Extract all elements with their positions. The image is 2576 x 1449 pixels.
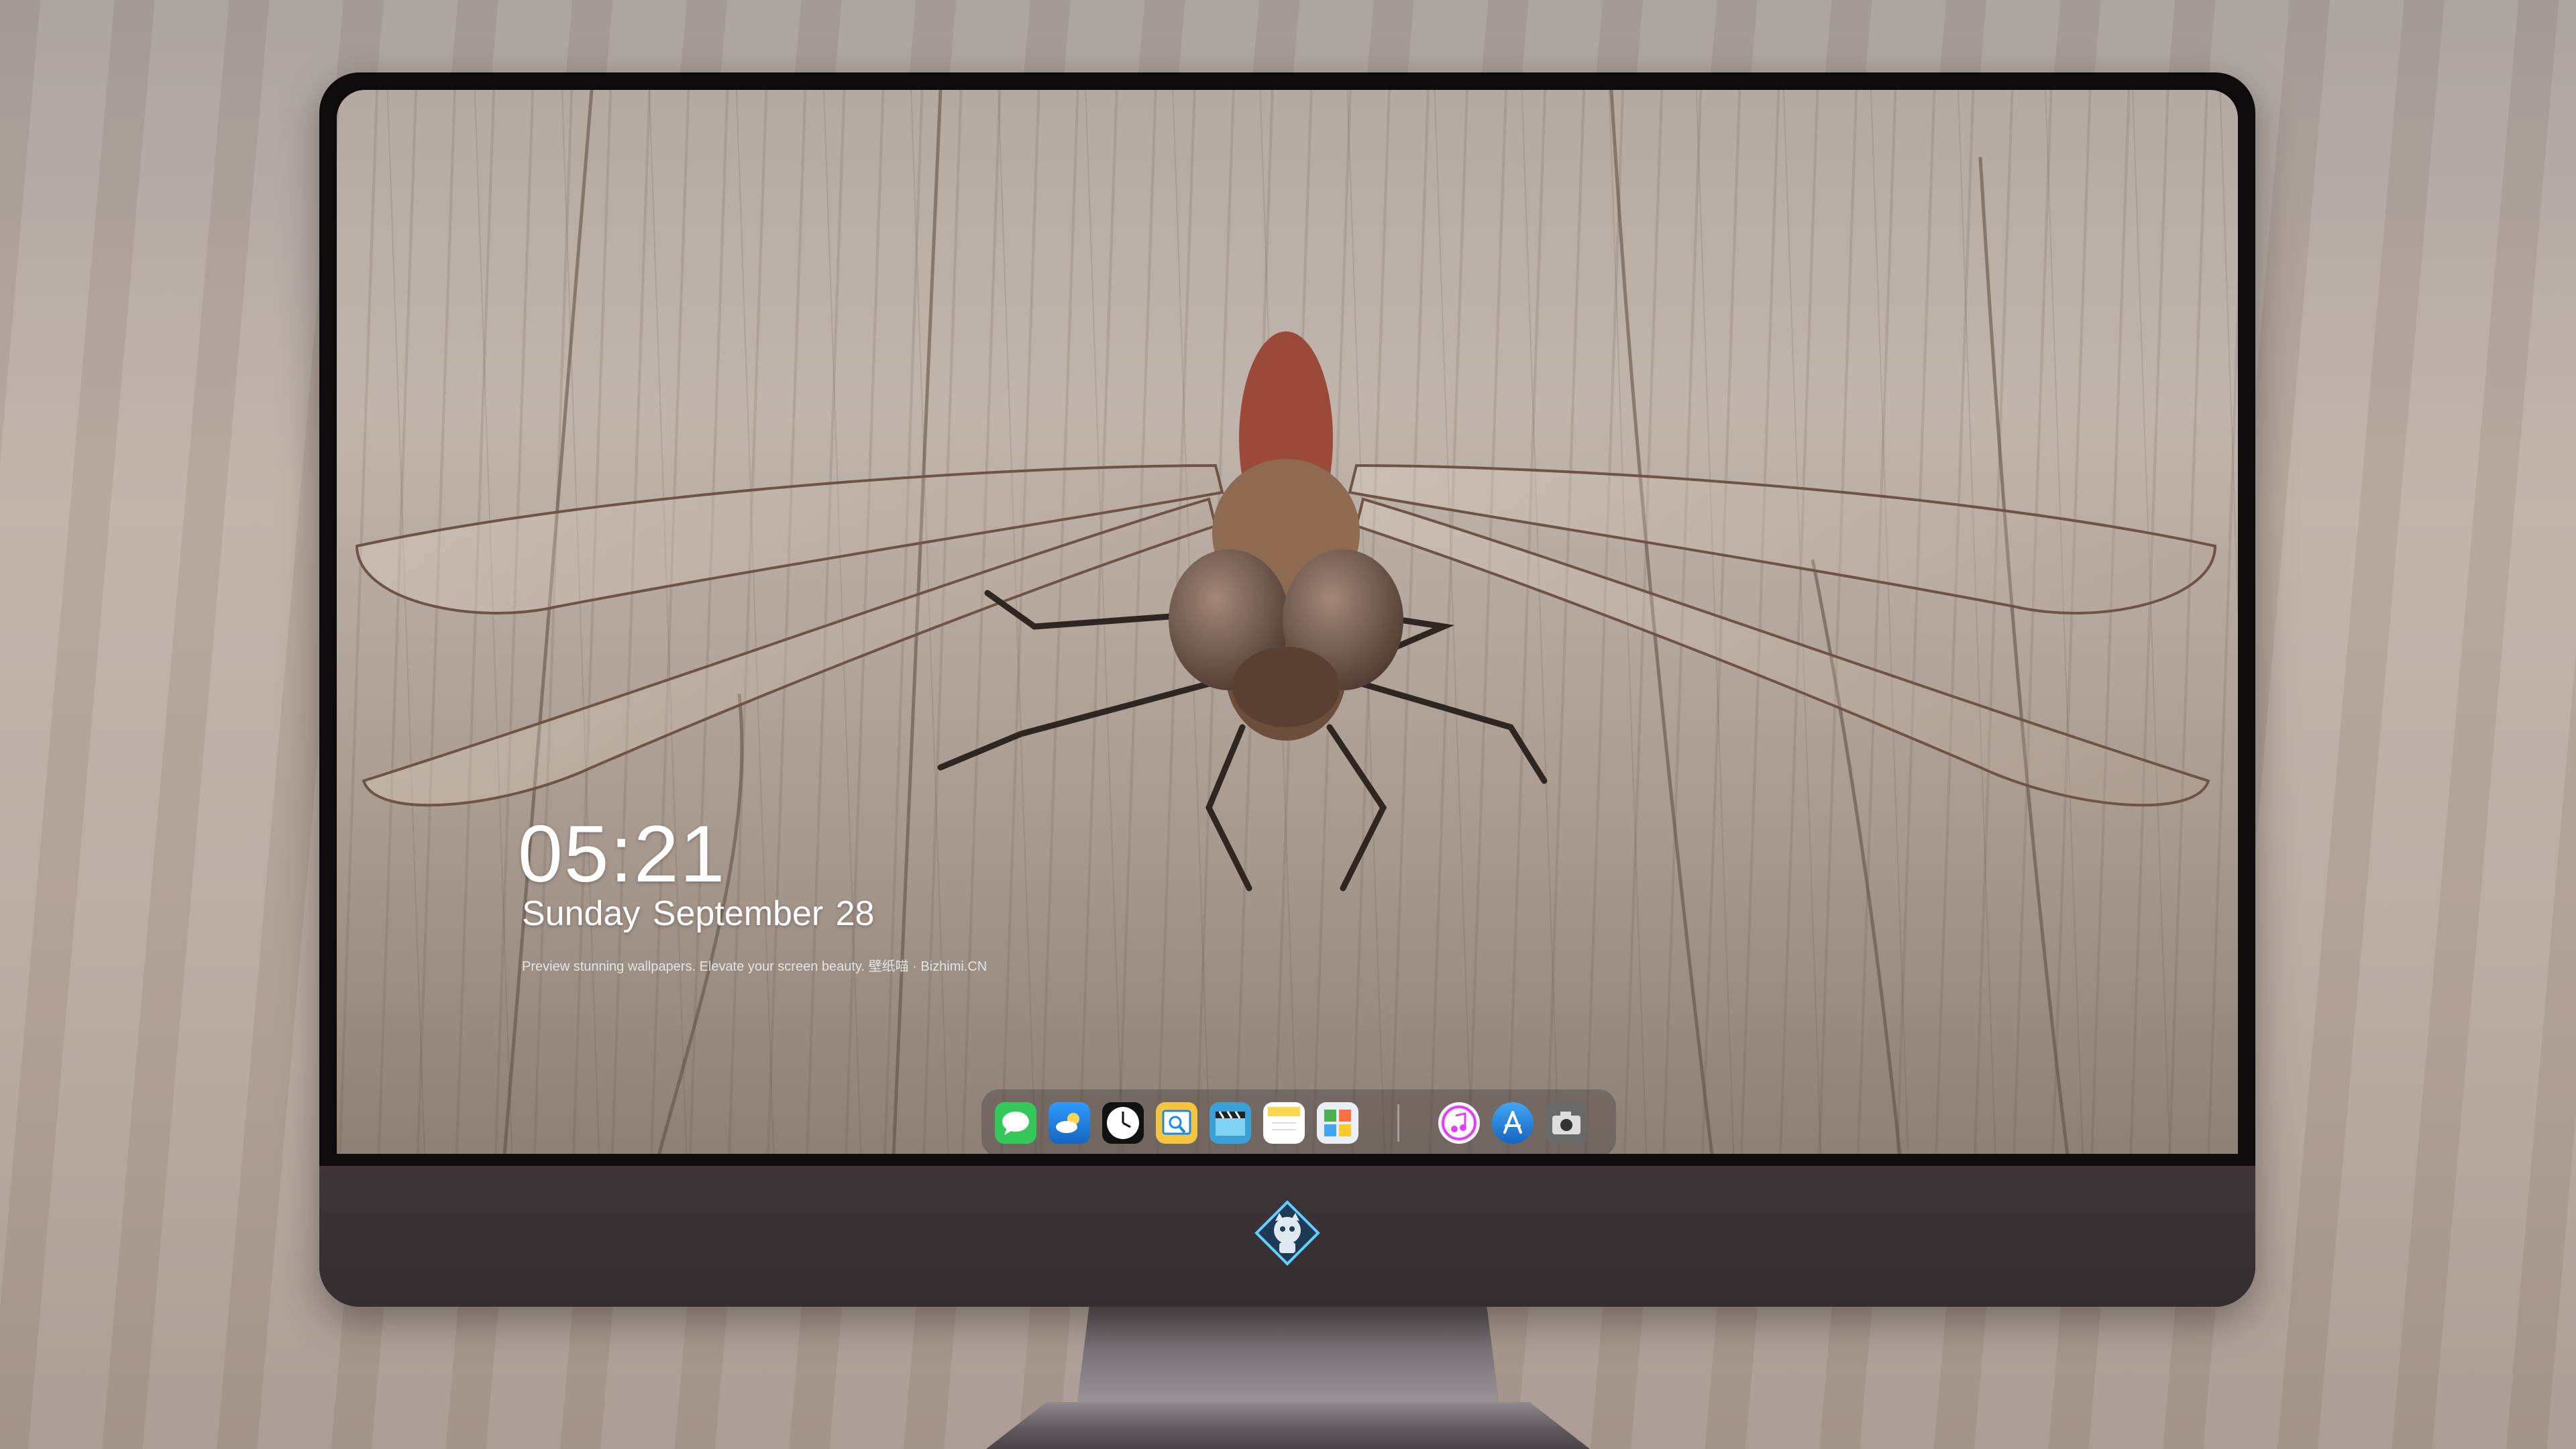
dock [981, 1089, 1616, 1155]
dock-item-preview[interactable] [1156, 1102, 1197, 1144]
dock-item-clips[interactable] [1210, 1102, 1251, 1144]
dock-separator [1397, 1104, 1399, 1142]
dock-item-camera[interactable] [1546, 1102, 1587, 1144]
lockscreen-date: Sunday September 28 [522, 894, 875, 933]
music-icon [1442, 1106, 1477, 1140]
monitor-stand-neck [1077, 1305, 1499, 1405]
messages-icon [1002, 1112, 1029, 1135]
bezel-bottom [319, 1154, 2255, 1166]
weather-icon [1056, 1113, 1079, 1133]
dragonfly-wallpaper [355, 90, 2217, 1155]
monitor-frame: 05:21 Sunday September 28 Preview stunni… [319, 72, 2255, 1307]
photos-icon [1324, 1110, 1351, 1136]
notes-icon [1268, 1107, 1300, 1130]
dock-item-photos[interactable] [1317, 1102, 1358, 1144]
dock-item-appstore[interactable] [1492, 1102, 1534, 1144]
preview-icon [1162, 1110, 1191, 1135]
camera-icon [1552, 1112, 1580, 1134]
lockscreen-time: 05:21 [518, 809, 727, 899]
monitor-chin [319, 1166, 2255, 1307]
dock-item-weather[interactable] [1049, 1102, 1090, 1144]
clock-icon [1107, 1107, 1139, 1139]
mascot-logo-icon [1254, 1200, 1320, 1266]
dock-item-notes[interactable] [1263, 1102, 1305, 1144]
dock-item-clock[interactable] [1102, 1102, 1144, 1144]
desktop-screen: 05:21 Sunday September 28 Preview stunni… [337, 90, 2238, 1155]
appstore-icon [1503, 1111, 1522, 1134]
dock-item-itunes[interactable] [1438, 1102, 1480, 1144]
clapperboard-icon [1216, 1111, 1245, 1136]
wallpaper-caption: Preview stunning wallpapers. Elevate you… [522, 959, 987, 974]
dock-item-messages[interactable] [995, 1102, 1036, 1144]
monitor-stand-base [986, 1402, 1590, 1449]
